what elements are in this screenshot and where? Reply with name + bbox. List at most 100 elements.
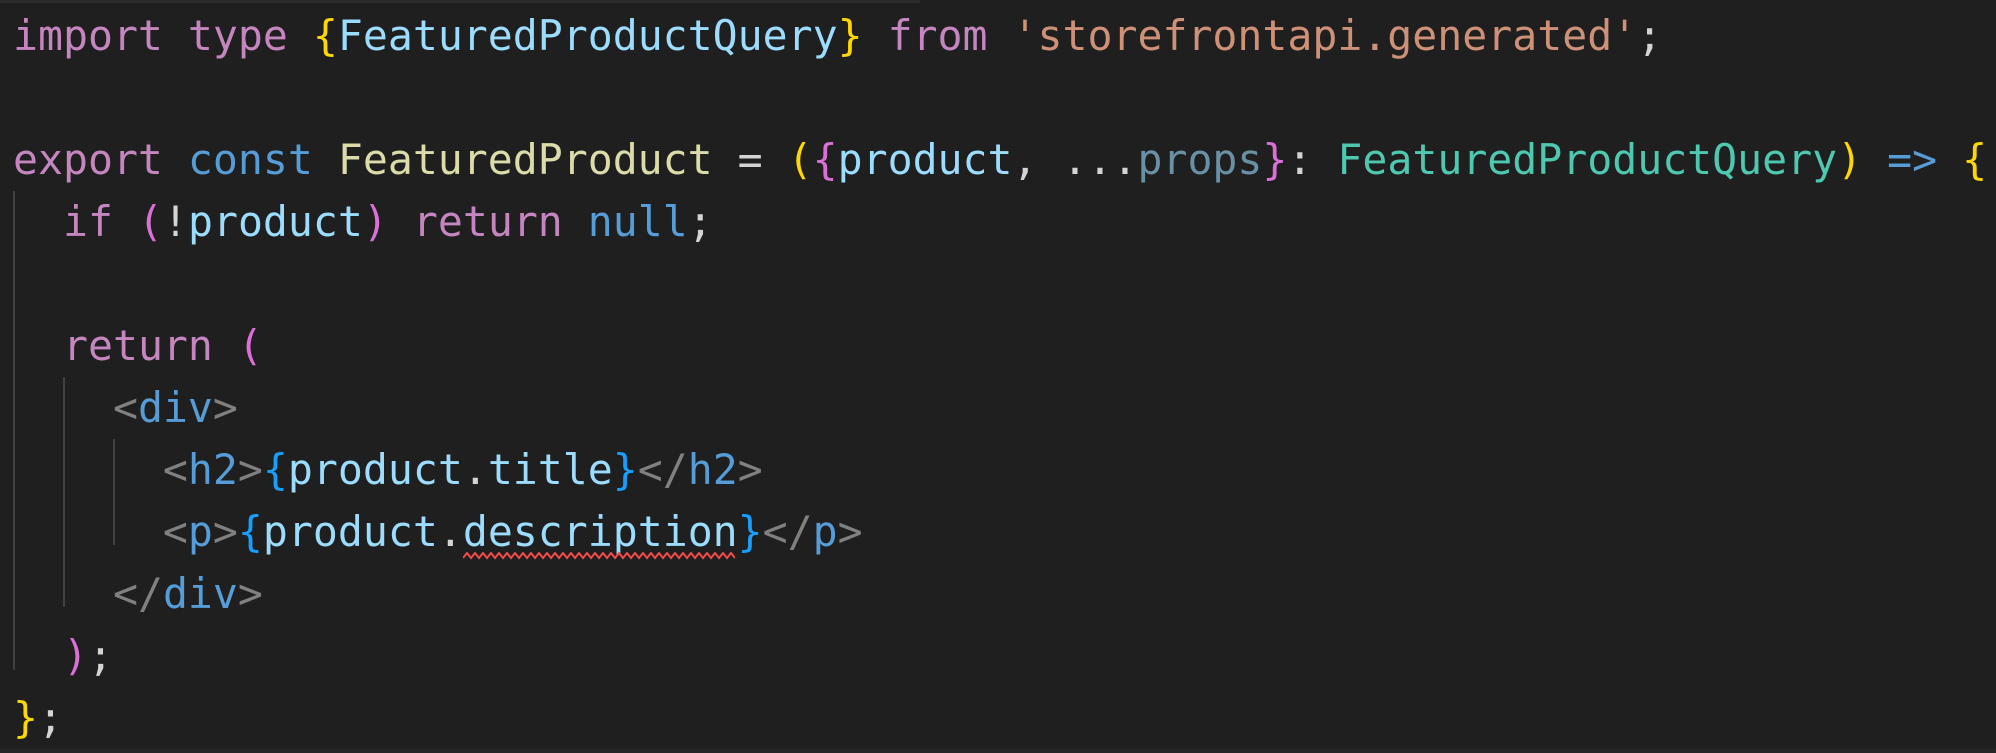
code-token: </ bbox=[637, 445, 688, 494]
code-line[interactable]: <div> bbox=[13, 377, 1987, 439]
code-line[interactable]: export const FeaturedProduct = ({product… bbox=[13, 129, 1987, 191]
code-token: { bbox=[262, 445, 288, 494]
code-token: ; bbox=[687, 197, 713, 246]
code-token: ) bbox=[1837, 135, 1863, 184]
code-token: h2 bbox=[687, 445, 738, 494]
code-token: import bbox=[13, 11, 163, 60]
error-squiggle bbox=[463, 552, 735, 560]
code-token: { bbox=[312, 11, 338, 60]
code-token: const bbox=[187, 135, 313, 184]
code-token: > bbox=[212, 383, 238, 432]
code-token: ( bbox=[137, 197, 163, 246]
code-token: => bbox=[1887, 135, 1938, 184]
code-token: ; bbox=[87, 631, 113, 680]
code-line[interactable]: <p>{product.description}</p> bbox=[13, 501, 1987, 563]
code-line[interactable]: <h2>{product.title}</h2> bbox=[13, 439, 1987, 501]
code-token: > bbox=[837, 507, 863, 556]
code-token: product bbox=[262, 507, 438, 556]
code-token: ; bbox=[38, 693, 63, 742]
code-token: product bbox=[837, 135, 1013, 184]
code-token: export bbox=[13, 135, 163, 184]
code-token: . bbox=[462, 445, 488, 494]
code-line[interactable]: }; bbox=[13, 687, 1987, 749]
code-token: { bbox=[812, 135, 838, 184]
editor-top-border bbox=[0, 0, 920, 3]
code-token: div bbox=[162, 569, 238, 618]
code-token: } bbox=[13, 693, 38, 742]
code-token: FeaturedProductQuery bbox=[1337, 135, 1838, 184]
code-token: props bbox=[1137, 135, 1263, 184]
code-line[interactable]: </div> bbox=[13, 563, 1987, 625]
code-token: </ bbox=[112, 569, 163, 618]
code-token: description bbox=[462, 507, 738, 556]
code-token: < bbox=[112, 383, 138, 432]
code-token: ( bbox=[787, 135, 813, 184]
code-token: p bbox=[812, 507, 838, 556]
code-token: </ bbox=[762, 507, 813, 556]
code-line[interactable]: if (!product) return null; bbox=[13, 191, 1987, 253]
code-token: } bbox=[1262, 135, 1288, 184]
indent-guide bbox=[63, 377, 65, 607]
editor-bottom-border bbox=[0, 749, 1996, 753]
code-token: { bbox=[237, 507, 263, 556]
code-token: div bbox=[137, 383, 213, 432]
code-token: } bbox=[837, 11, 863, 60]
code-token: return bbox=[62, 321, 213, 370]
code-token: { bbox=[1962, 135, 1988, 184]
code-token: , bbox=[1012, 135, 1063, 184]
code-token: from bbox=[887, 11, 988, 60]
code-token: > bbox=[737, 445, 763, 494]
code-token: h2 bbox=[187, 445, 238, 494]
code-token: : bbox=[1287, 135, 1338, 184]
code-token: } bbox=[737, 507, 763, 556]
code-token: null bbox=[587, 197, 688, 246]
code-token: ( bbox=[237, 321, 263, 370]
code-token: ) bbox=[62, 631, 88, 680]
code-token: > bbox=[237, 445, 263, 494]
code-token: = bbox=[712, 135, 788, 184]
code-token: < bbox=[162, 507, 188, 556]
code-line[interactable] bbox=[13, 253, 1987, 315]
code-token: FeaturedProduct bbox=[337, 135, 713, 184]
indent-guide bbox=[13, 191, 15, 670]
code-token: 'storefrontapi.generated' bbox=[1012, 11, 1638, 60]
code-token: < bbox=[162, 445, 188, 494]
indent-guide bbox=[113, 439, 115, 545]
code-token: ) bbox=[362, 197, 388, 246]
code-token: if bbox=[62, 197, 113, 246]
code-editor[interactable]: import type {FeaturedProductQuery} from … bbox=[13, 5, 1987, 749]
code-token: ! bbox=[162, 197, 188, 246]
code-line[interactable]: import type {FeaturedProductQuery} from … bbox=[13, 5, 1987, 67]
code-token: > bbox=[237, 569, 263, 618]
code-token: title bbox=[487, 445, 613, 494]
code-token: return bbox=[412, 197, 563, 246]
code-token: p bbox=[187, 507, 213, 556]
code-line[interactable]: ); bbox=[13, 625, 1987, 687]
code-token: . bbox=[437, 507, 463, 556]
code-token: > bbox=[212, 507, 238, 556]
code-token: ; bbox=[1637, 11, 1663, 60]
code-token: ... bbox=[1062, 135, 1138, 184]
code-line[interactable]: return ( bbox=[13, 315, 1987, 377]
code-token: FeaturedProductQuery bbox=[337, 11, 838, 60]
code-token: product bbox=[287, 445, 463, 494]
code-token: type bbox=[187, 11, 288, 60]
code-line[interactable] bbox=[13, 67, 1987, 129]
